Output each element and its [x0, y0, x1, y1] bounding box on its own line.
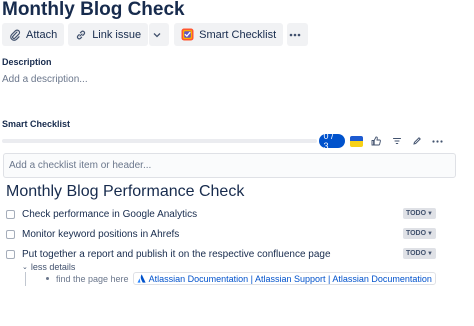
less-details-label: less details: [30, 262, 76, 272]
smart-checklist-button[interactable]: Smart Checklist: [174, 23, 284, 46]
checklist-header: Monthly Blog Performance Check: [6, 183, 245, 200]
checklist-item-checkbox[interactable]: [6, 209, 15, 219]
status-label: TODO: [405, 230, 427, 237]
detail-list-item: find the page here Atlassian Documentati…: [46, 272, 436, 285]
ukraine-flag-icon: [350, 135, 363, 147]
atlassian-logo-icon: [137, 274, 146, 283]
checklist-item-checkbox[interactable]: [6, 229, 15, 239]
chevron-down-icon: [153, 32, 161, 37]
thumbs-up-icon: [371, 136, 382, 146]
checklist-more-button[interactable]: [431, 134, 444, 148]
more-actions-button[interactable]: [287, 23, 309, 46]
description-placeholder[interactable]: Add a description...: [2, 74, 88, 85]
filter-icon: [392, 137, 401, 145]
link-issue-label: Link issue: [92, 28, 142, 41]
page-title: Monthly Blog Check: [2, 0, 185, 20]
item-details: find the page here Atlassian Documentati…: [25, 272, 445, 286]
bullet-icon: [46, 277, 49, 280]
add-checklist-item-input[interactable]: [3, 153, 456, 178]
smart-checklist-label: Smart Checklist: [199, 28, 277, 41]
link-issue-dropdown-button[interactable]: [149, 23, 170, 46]
link-icon: [77, 30, 86, 39]
paperclip-icon: [10, 29, 21, 41]
smart-checklist-heading: Smart Checklist: [2, 119, 71, 129]
checklist-item-text[interactable]: Monitor keyword positions in Ahrefs: [22, 229, 179, 240]
progress-count-badge: 0 / 3: [318, 131, 346, 151]
filter-button[interactable]: [390, 134, 403, 148]
checklist-progress-row: 0 / 3: [2, 131, 444, 151]
checklist-progress-bar: [2, 139, 317, 143]
smart-checklist-logo-icon: [181, 28, 194, 41]
checklist-item-text[interactable]: Put together a report and publish it on …: [22, 249, 331, 260]
more-icon: [432, 139, 443, 143]
status-dropdown[interactable]: TODO ▼: [402, 208, 436, 219]
issue-toolbar: Attach Link issue Smart Checklist: [2, 23, 312, 46]
chevron-down-icon: ▼: [427, 210, 433, 217]
chevron-down-icon: ▼: [427, 230, 433, 237]
less-details-toggle[interactable]: ⌄ less details: [22, 262, 75, 272]
detail-note: find the page here: [56, 273, 129, 284]
attach-button[interactable]: Attach: [2, 23, 65, 46]
link-issue-split: Link issue: [68, 23, 170, 46]
like-button[interactable]: [370, 134, 383, 148]
pencil-icon: [413, 137, 421, 145]
status-dropdown[interactable]: TODO ▼: [402, 228, 436, 239]
edit-button[interactable]: [410, 134, 423, 148]
chevron-down-icon: ▼: [427, 250, 433, 257]
attach-label: Attach: [26, 28, 58, 41]
detail-smart-link[interactable]: Atlassian Documentation | Atlassian Supp…: [132, 272, 436, 285]
checklist-item: Check performance in Google Analytics TO…: [6, 207, 436, 221]
checklist-item: Put together a report and publish it on …: [6, 247, 436, 261]
checklist-item: Monitor keyword positions in Ahrefs TODO…: [6, 227, 436, 241]
description-heading: Description: [2, 57, 52, 67]
link-issue-button[interactable]: Link issue: [68, 23, 149, 46]
more-icon: [289, 33, 301, 36]
status-dropdown[interactable]: TODO ▼: [402, 248, 436, 259]
detail-link-text: Atlassian Documentation | Atlassian Supp…: [148, 273, 432, 284]
checklist-item-text[interactable]: Check performance in Google Analytics: [22, 209, 197, 220]
checklist-item-checkbox[interactable]: [6, 249, 15, 259]
status-label: TODO: [405, 210, 427, 217]
chevron-down-icon: ⌄: [22, 264, 28, 271]
status-label: TODO: [405, 250, 427, 257]
